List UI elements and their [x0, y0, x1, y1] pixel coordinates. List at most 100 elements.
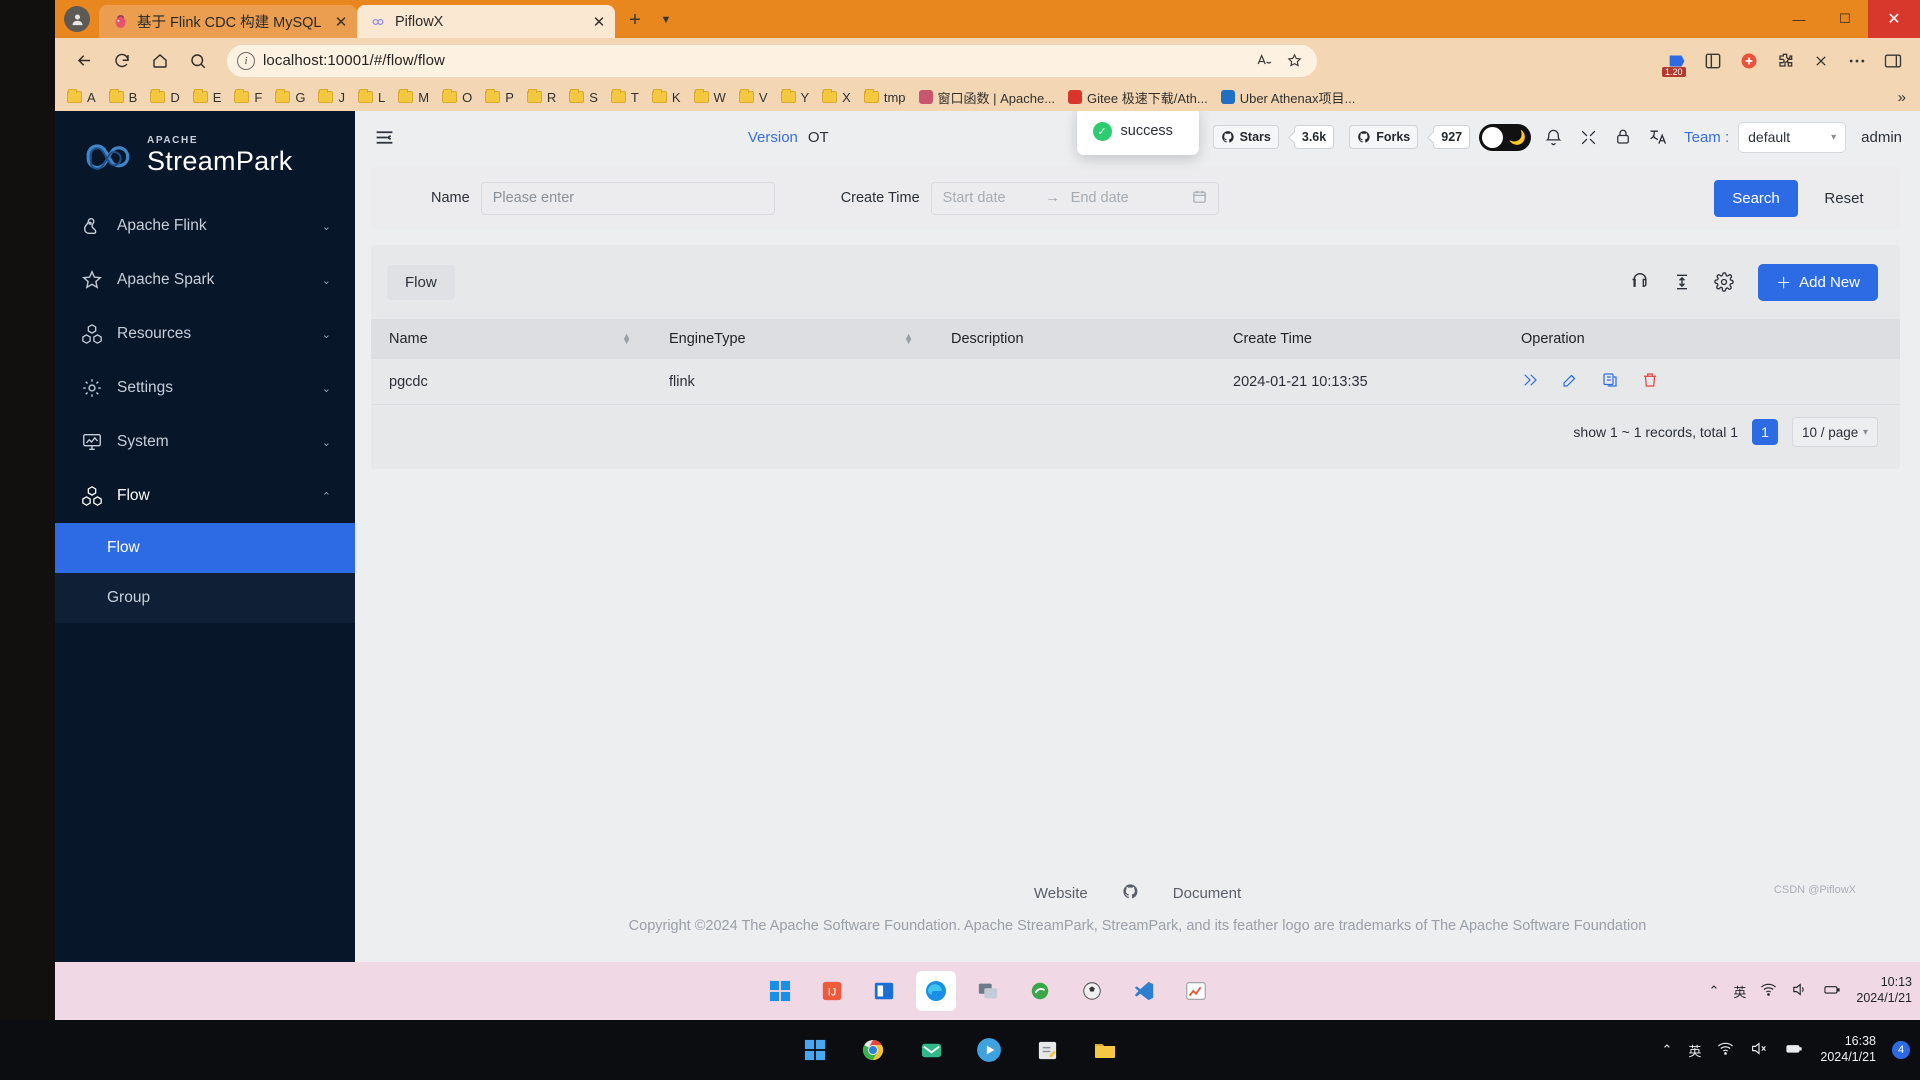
bookmark-item[interactable]: B [103, 88, 144, 107]
sort-icon[interactable]: ▲▼ [622, 334, 631, 344]
browser-tab-1[interactable]: PiflowX ✕ [357, 5, 615, 38]
bookmarks-overflow-icon[interactable]: » [1898, 89, 1914, 106]
brand-logo-block[interactable]: APACHE StreamPark [55, 111, 355, 199]
footer-document-link[interactable]: Document [1173, 885, 1241, 902]
sort-icon[interactable]: ▲▼ [904, 334, 913, 344]
windows-start-icon[interactable] [797, 1032, 833, 1068]
sidebar-item-settings[interactable]: Settings⌄ [55, 361, 355, 415]
edit-icon[interactable] [1561, 371, 1579, 393]
sidebar-subitem-flow[interactable]: Flow [55, 523, 355, 573]
bookmark-item[interactable]: X [816, 88, 857, 107]
github-icon[interactable] [1122, 883, 1139, 904]
team-select[interactable]: default ▾ [1738, 122, 1846, 153]
bookmark-item[interactable]: S [563, 88, 604, 107]
pagination-page-1[interactable]: 1 [1752, 419, 1778, 445]
edge-browser-icon[interactable] [916, 971, 956, 1011]
host-clock[interactable]: 16:38 2024/1/21 [1820, 1034, 1876, 1065]
reset-button[interactable]: Reset [1808, 180, 1880, 217]
extension-red-icon[interactable] [1732, 45, 1766, 77]
ime-language-indicator[interactable]: 英 [1733, 982, 1746, 1001]
profile-button[interactable] [55, 0, 99, 38]
tray-expand-icon[interactable]: ⌃ [1708, 983, 1719, 999]
tab-flow[interactable]: Flow [387, 265, 455, 300]
bookmark-item[interactable]: Gitee 极速下载/Ath... [1062, 86, 1214, 109]
bookmark-item[interactable]: Uber Athenax项目... [1215, 86, 1362, 109]
sidebar-item-flow[interactable]: Flow⌃ [55, 469, 355, 523]
football-app-icon[interactable] [1072, 971, 1112, 1011]
notification-bell-icon[interactable] [1540, 124, 1566, 150]
create-time-range-picker[interactable]: Start date → End date [931, 182, 1219, 215]
delete-icon[interactable] [1641, 371, 1659, 393]
bookmark-item[interactable]: D [144, 88, 185, 107]
chart-app-icon[interactable] [1176, 971, 1216, 1011]
tray-expand-icon[interactable]: ⌃ [1661, 1042, 1672, 1058]
chrome-icon[interactable] [855, 1032, 891, 1068]
chevron-down-icon[interactable]: ▼ [651, 4, 681, 36]
menu-collapse-icon[interactable] [369, 122, 399, 152]
read-aloud-icon[interactable] [1251, 48, 1277, 74]
mail-app-icon[interactable] [913, 1032, 949, 1068]
windows-start-icon[interactable] [760, 971, 800, 1011]
add-new-button[interactable]: ＋ Add New [1758, 264, 1878, 301]
column-header-enginetype[interactable]: EngineType▲▼ [651, 331, 933, 347]
github-stars-chip[interactable]: Stars [1213, 125, 1279, 149]
vm-clock[interactable]: 10:13 2024/1/21 [1856, 975, 1912, 1006]
volume-icon[interactable] [1791, 981, 1808, 1001]
copy-icon[interactable] [1601, 371, 1619, 393]
bookmark-item[interactable]: L [352, 88, 391, 107]
reload-icon[interactable] [103, 44, 141, 78]
version-link[interactable]: Version [748, 129, 798, 146]
back-icon[interactable] [65, 44, 103, 78]
split-screen-icon[interactable] [1804, 45, 1838, 77]
bookmark-item[interactable]: O [436, 88, 478, 107]
bookmark-item[interactable]: tmp [858, 88, 912, 107]
page-size-select[interactable]: 10 / page ▾ [1792, 417, 1878, 447]
refresh-icon[interactable] [1628, 270, 1652, 294]
home-icon[interactable] [141, 44, 179, 78]
sidebar-item-apache-spark[interactable]: Apache Spark⌄ [55, 253, 355, 307]
wifi-icon[interactable] [1760, 981, 1777, 1001]
idea-icon[interactable]: IJ [812, 971, 852, 1011]
translate-icon[interactable] [1645, 124, 1671, 150]
github-forks-chip[interactable]: Forks [1349, 125, 1418, 149]
sidebar-item-apache-flink[interactable]: Apache Flink⌄ [55, 199, 355, 253]
browser-essentials-icon[interactable] [1696, 45, 1730, 77]
site-info-icon[interactable]: i [237, 52, 255, 70]
volume-muted-icon[interactable] [1750, 1040, 1768, 1060]
maximize-button[interactable]: ☐ [1822, 0, 1868, 38]
sidebar-toggle-icon[interactable] [1876, 45, 1910, 77]
table-row[interactable]: pgcdcflink2024-01-21 10:13:35 [371, 359, 1900, 405]
bookmark-item[interactable]: R [521, 88, 562, 107]
more-options-icon[interactable] [1840, 45, 1874, 77]
battery-icon[interactable] [1822, 981, 1842, 1001]
browser-tab-0[interactable]: 基于 Flink CDC 构建 MySQL 和 P ✕ [99, 5, 357, 38]
remote-desktop-icon[interactable] [968, 971, 1008, 1011]
bookmark-item[interactable]: J [312, 88, 351, 107]
search-name-input[interactable]: Please enter [481, 182, 775, 215]
ime-language-indicator[interactable]: 英 [1688, 1041, 1701, 1060]
start-date-input[interactable]: Start date [943, 190, 1035, 206]
navicat-icon[interactable] [1020, 971, 1060, 1011]
puzzle-extensions-icon[interactable] [1768, 45, 1802, 77]
bookmark-item[interactable]: P [479, 88, 520, 107]
search-icon[interactable] [179, 44, 217, 78]
settings-gear-icon[interactable] [1712, 270, 1736, 294]
collections-icon[interactable]: 1.20 [1660, 45, 1694, 77]
vscode-icon[interactable] [1124, 971, 1164, 1011]
bookmark-item[interactable]: G [269, 88, 311, 107]
new-tab-button[interactable]: + [619, 4, 651, 36]
close-window-button[interactable]: ✕ [1868, 0, 1920, 38]
sidebar-item-system[interactable]: System⌄ [55, 415, 355, 469]
fullscreen-icon[interactable] [1575, 124, 1601, 150]
bookmark-item[interactable]: F [228, 88, 268, 107]
notification-badge[interactable]: 4 [1892, 1041, 1910, 1059]
sidebar-subitem-group[interactable]: Group [55, 573, 355, 623]
bookmark-item[interactable]: K [646, 88, 687, 107]
column-header-name[interactable]: Name▲▼ [371, 331, 651, 347]
window-app-icon[interactable] [864, 971, 904, 1011]
sidebar-item-resources[interactable]: Resources⌄ [55, 307, 355, 361]
start-icon[interactable] [1521, 371, 1539, 393]
dark-mode-toggle[interactable]: 🌙 [1479, 124, 1531, 151]
notes-app-icon[interactable] [1029, 1032, 1065, 1068]
user-name-label[interactable]: admin [1861, 129, 1902, 146]
